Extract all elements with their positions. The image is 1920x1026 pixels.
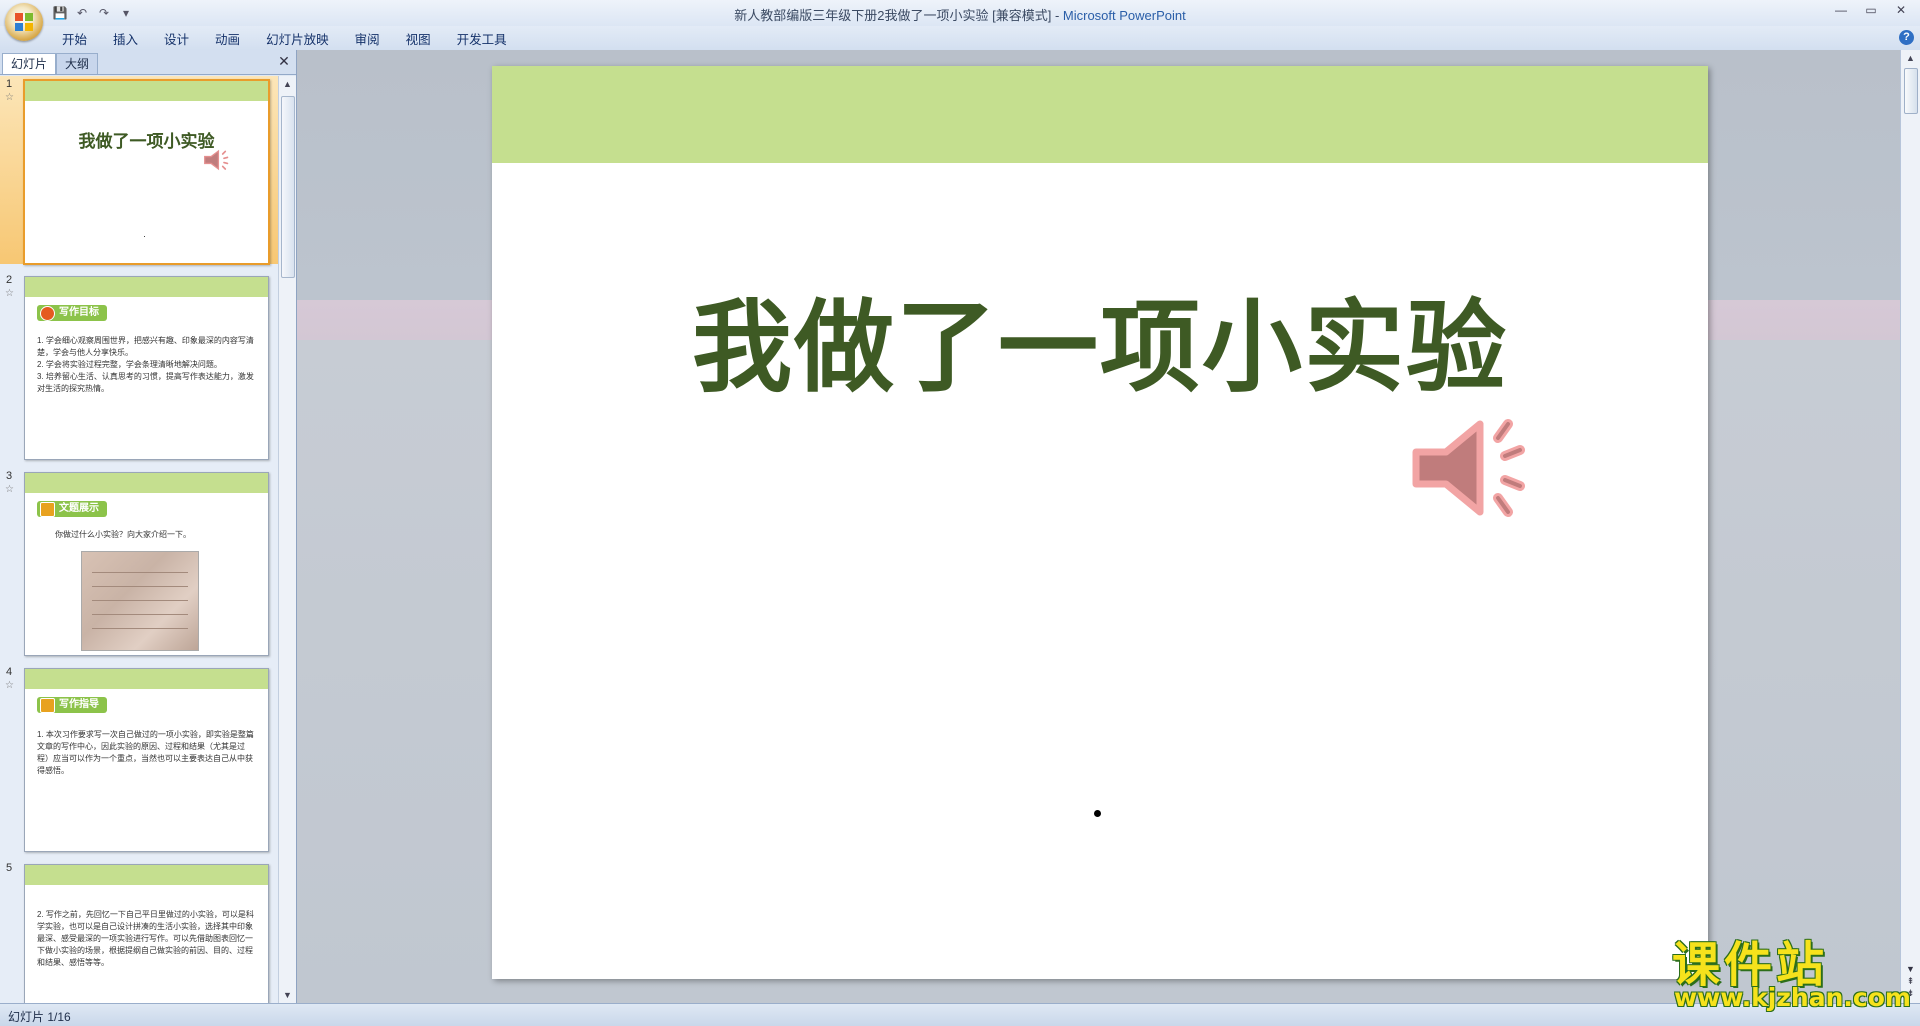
- body-line: 1. 本次习作要求写一次自己做过的一项小实验，即实验是整篇文章的写作中心，因此实…: [37, 730, 254, 775]
- scroll-up-icon[interactable]: ▲: [1901, 50, 1920, 66]
- section-badge: 文题展示: [37, 501, 107, 517]
- thumbnail-slide-3[interactable]: 3 ☆ 文题展示 你做过什么小实验？向大家介绍一下。: [0, 466, 278, 656]
- pane-tabs: 幻灯片 大纲 ✕: [0, 50, 296, 75]
- slide-title[interactable]: 我做了一项小实验: [492, 266, 1708, 411]
- thumbnail-list: 1 ☆ 我做了一项小实验 · 2 ☆ 写作目标 1. 学会细心观察周围世界，把感…: [0, 76, 278, 1003]
- transition-star-icon: ☆: [5, 288, 14, 299]
- body-line: 1. 学会细心观察周围世界，把感兴有趣、印象最深的内容写清楚，学会与他人分享快乐…: [37, 336, 254, 357]
- thumbnail-slide-4[interactable]: 4 ☆ 写作指导 1. 本次习作要求写一次自己做过的一项小实验，即实验是整篇文章…: [0, 662, 278, 852]
- maximize-button[interactable]: ▭: [1856, 0, 1886, 20]
- tab-developer[interactable]: 开发工具: [445, 29, 521, 50]
- scroll-up-icon[interactable]: ▲: [279, 76, 296, 92]
- watermark-url: www.kjzhan.com: [1674, 983, 1911, 1012]
- help-icon[interactable]: ?: [1899, 30, 1914, 45]
- transition-star-icon: ☆: [5, 484, 14, 495]
- slide-number: 3: [6, 470, 13, 482]
- thumbnail-slide-1[interactable]: 1 ☆ 我做了一项小实验 ·: [0, 76, 278, 265]
- speaker-icon[interactable]: [1408, 418, 1548, 518]
- scroll-thumb[interactable]: [1904, 68, 1918, 114]
- slide-editor[interactable]: 我做了一项小实验: [297, 50, 1901, 1003]
- tab-slides[interactable]: 幻灯片: [2, 53, 57, 74]
- photo-image: [81, 551, 199, 651]
- minimize-button[interactable]: —: [1826, 0, 1856, 20]
- thumbnail-body: 2. 写作之前，先回忆一下自己平日里做过的小实验，可以是科学实验，也可以是自己设…: [37, 909, 256, 969]
- thumbnail-slide-2[interactable]: 2 ☆ 写作目标 1. 学会细心观察周围世界，把感兴有趣、印象最深的内容写清楚，…: [0, 270, 278, 460]
- tab-outline[interactable]: 大纲: [56, 53, 99, 74]
- slide-number: 5: [6, 862, 13, 874]
- slide-thumbnail[interactable]: 文题展示 你做过什么小实验？向大家介绍一下。: [24, 472, 269, 656]
- title-separator: -: [1051, 8, 1063, 23]
- tab-view[interactable]: 视图: [394, 29, 445, 50]
- badge-label: 文题展示: [59, 503, 99, 514]
- thumbnail-scrollbar[interactable]: ▲ ▼: [278, 76, 296, 1003]
- window-controls: — ▭ ✕: [1826, 0, 1916, 20]
- header-band: [492, 66, 1708, 163]
- slide-canvas[interactable]: 我做了一项小实验: [492, 66, 1708, 979]
- scroll-thumb[interactable]: [281, 96, 295, 278]
- header-band: [25, 81, 268, 101]
- header-band: [25, 277, 268, 297]
- document-title: 新人教部编版三年级下册2我做了一项小实验 [兼容模式]: [734, 8, 1052, 23]
- office-button[interactable]: [5, 3, 43, 41]
- slide-thumbnail[interactable]: 写作目标 1. 学会细心观察周围世界，把感兴有趣、印象最深的内容写清楚，学会与他…: [24, 276, 269, 460]
- body-line: 2. 写作之前，先回忆一下自己平日里做过的小实验，可以是科学实验，也可以是自己设…: [37, 910, 254, 967]
- badge-label: 写作目标: [59, 307, 99, 318]
- tab-animations[interactable]: 动画: [203, 29, 254, 50]
- badge-label: 写作指导: [59, 699, 99, 710]
- thumbnail-body: 1. 本次习作要求写一次自己做过的一项小实验，即实验是整篇文章的写作中心，因此实…: [37, 729, 256, 777]
- target-icon: [40, 306, 55, 321]
- transition-star-icon: ☆: [5, 92, 14, 103]
- slide-thumbnail[interactable]: 我做了一项小实验 ·: [23, 79, 270, 265]
- thumbnail-slide-5[interactable]: 5 2. 写作之前，先回忆一下自己平日里做过的小实验，可以是科学实验，也可以是自…: [0, 858, 278, 1003]
- close-pane-icon[interactable]: ✕: [276, 53, 292, 69]
- app-name: Microsoft PowerPoint: [1062, 8, 1186, 23]
- ribbon-tab-bar: 开始 插入 设计 动画 幻灯片放映 审阅 视图 开发工具 ?: [0, 26, 1920, 51]
- editor-scrollbar[interactable]: ▲ ▼ ⇞ ⇟: [1900, 50, 1920, 1003]
- tab-home[interactable]: 开始: [50, 29, 101, 50]
- speaker-icon: [204, 149, 229, 171]
- slide-thumbnail[interactable]: 写作指导 1. 本次习作要求写一次自己做过的一项小实验，即实验是整篇文章的写作中…: [24, 668, 269, 852]
- bullet-point: [1094, 810, 1101, 817]
- slides-pane: 幻灯片 大纲 ✕ 1 ☆ 我做了一项小实验 · 2 ☆ 写作目标 1. 学会细心…: [0, 50, 297, 1003]
- office-logo-icon: [15, 13, 33, 31]
- slide-thumbnail[interactable]: 2. 写作之前，先回忆一下自己平日里做过的小实验，可以是科学实验，也可以是自己设…: [24, 864, 269, 1003]
- header-band: [25, 865, 268, 885]
- thumbnail-dot: ·: [143, 231, 146, 241]
- transition-star-icon: ☆: [5, 680, 14, 691]
- body-line: 3. 培养留心生活、认真思考的习惯，提高写作表达能力，激发对生活的探究热情。: [37, 372, 254, 393]
- tab-review[interactable]: 审阅: [343, 29, 394, 50]
- header-band: [25, 473, 268, 493]
- thumbnail-body: 1. 学会细心观察周围世界，把感兴有趣、印象最深的内容写清楚，学会与他人分享快乐…: [37, 335, 256, 395]
- tab-slide-show[interactable]: 幻灯片放映: [254, 29, 343, 50]
- thumbnail-body: 你做过什么小实验？向大家介绍一下。: [55, 530, 191, 539]
- section-badge: 写作目标: [37, 305, 107, 321]
- ribbon-tabs: 开始 插入 设计 动画 幻灯片放映 审阅 视图 开发工具: [50, 29, 521, 50]
- close-button[interactable]: ✕: [1886, 0, 1916, 20]
- slide-number: 4: [6, 666, 13, 678]
- scroll-down-icon[interactable]: ▼: [279, 987, 296, 1003]
- body-line: 2. 学会将实验过程完整，学会条理清晰地解决问题。: [37, 360, 222, 369]
- header-band: [25, 669, 268, 689]
- slide-counter: 幻灯片 1/16: [8, 1010, 71, 1024]
- watermark-logo: 课件站 www.kjzhan.com: [1668, 925, 1911, 1015]
- window-title: 新人教部编版三年级下册2我做了一项小实验 [兼容模式] - Microsoft …: [0, 5, 1920, 24]
- slide-number: 2: [6, 274, 13, 286]
- section-badge: 写作指导: [37, 697, 107, 713]
- status-bar: 幻灯片 1/16: [0, 1003, 1920, 1026]
- slide-number: 1: [6, 78, 13, 90]
- title-bar: 💾 ↶ ↷ ▾ 新人教部编版三年级下册2我做了一项小实验 [兼容模式] - Mi…: [0, 0, 1920, 41]
- document-icon: [40, 502, 55, 517]
- pencil-icon: [40, 698, 55, 713]
- tab-design[interactable]: 设计: [152, 29, 203, 50]
- tab-insert[interactable]: 插入: [101, 29, 152, 50]
